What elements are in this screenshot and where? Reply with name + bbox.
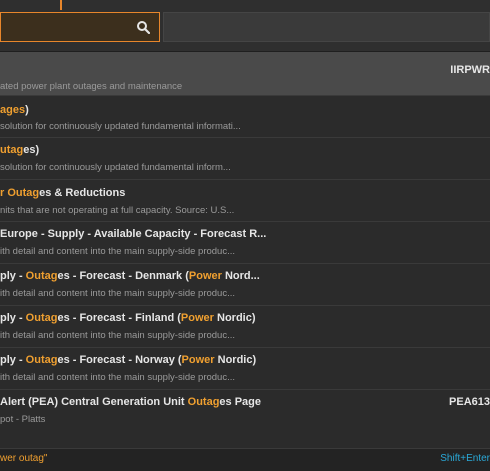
result-title: Europe - Supply - Available Capacity - F… xyxy=(0,228,267,240)
result-description: ith detail and content into the main sup… xyxy=(0,330,236,341)
result-title: r Outages & Reductions xyxy=(0,187,126,199)
top-bar xyxy=(0,0,490,52)
title-highlight: Power xyxy=(181,354,215,366)
footer-bar: wer outag" Shift+Enter xyxy=(0,448,490,471)
result-row[interactable]: Alert (PEA) Central Generation Unit Outa… xyxy=(0,390,490,432)
result-description: solution for continuously updated fundam… xyxy=(0,162,231,173)
title-highlight: Outag xyxy=(25,270,58,282)
search-icon xyxy=(137,21,150,34)
result-title: Alert (PEA) Central Generation Unit Outa… xyxy=(0,396,262,408)
result-row[interactable]: ply - Outages - Forecast - Denmark (Powe… xyxy=(0,264,490,306)
result-row[interactable]: Europe - Supply - Available Capacity - F… xyxy=(0,222,490,264)
result-description: ith detail and content into the main sup… xyxy=(0,372,236,383)
result-description: solution for continuously updated fundam… xyxy=(0,121,241,132)
result-title: ply - Outages - Forecast - Norway (Power… xyxy=(0,354,257,366)
title-highlight: Power xyxy=(180,312,214,324)
result-row[interactable]: ply - Outages - Forecast - Finland (Powe… xyxy=(0,306,490,348)
result-row[interactable]: ages) solution for continuously updated … xyxy=(0,96,490,138)
result-description: ith detail and content into the main sup… xyxy=(0,246,236,257)
title-highlight: Power xyxy=(188,270,222,282)
result-title: ply - Outages - Forecast - Denmark (Powe… xyxy=(0,270,260,282)
shortcut-hint[interactable]: Shift+Enter xyxy=(440,453,490,464)
title-highlight: ages xyxy=(0,104,26,116)
result-description: pot - Platts xyxy=(0,414,46,425)
result-title: utages) xyxy=(0,144,40,156)
result-title: ages) xyxy=(0,104,29,116)
result-description: nits that are not operating at full capa… xyxy=(0,205,235,216)
result-row[interactable]: ated power plant outages and maintenance… xyxy=(0,52,490,96)
title-highlight: Outag xyxy=(25,312,58,324)
title-highlight: utag xyxy=(0,144,24,156)
title-highlight: Outag xyxy=(187,396,220,408)
result-title: ply - Outages - Forecast - Finland (Powe… xyxy=(0,312,256,324)
search-query-hint[interactable]: wer outag" xyxy=(0,453,47,464)
secondary-field[interactable] xyxy=(163,12,490,42)
result-code: PEA613 xyxy=(449,396,490,408)
result-code: IIRPWR xyxy=(450,64,490,76)
search-box[interactable] xyxy=(0,12,160,42)
search-input[interactable] xyxy=(1,13,137,41)
result-row[interactable]: utages) solution for continuously update… xyxy=(0,138,490,180)
result-description: ith detail and content into the main sup… xyxy=(0,288,236,299)
search-button[interactable] xyxy=(131,16,155,38)
title-highlight: r Outag xyxy=(0,187,40,199)
result-row[interactable]: r Outages & Reductions nits that are not… xyxy=(0,180,490,222)
result-row[interactable]: ply - Outages - Forecast - Norway (Power… xyxy=(0,348,490,390)
title-highlight: Outag xyxy=(25,354,58,366)
results-list: ated power plant outages and maintenance… xyxy=(0,52,490,432)
accent-marker xyxy=(60,0,62,10)
result-description: ated power plant outages and maintenance xyxy=(0,81,183,92)
